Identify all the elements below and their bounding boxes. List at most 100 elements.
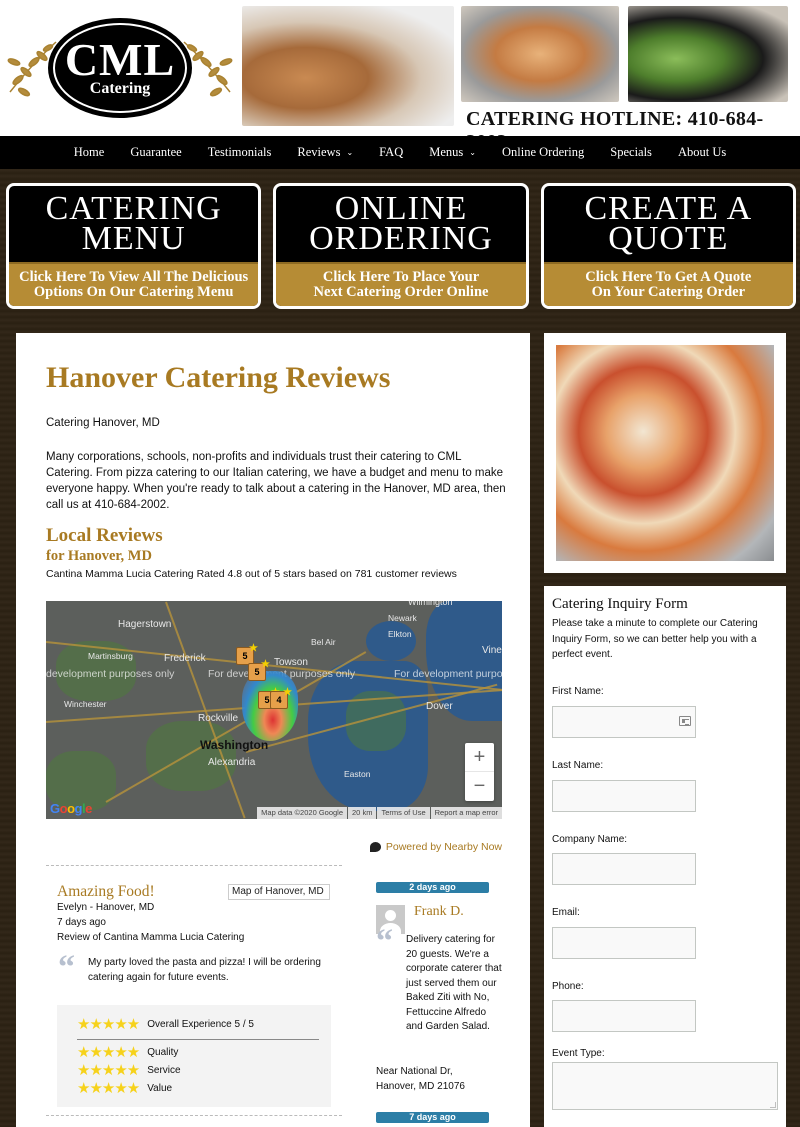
local-reviews-subheading: for Hanover, MD	[46, 548, 152, 564]
report-map-error-link[interactable]: Report a map error	[430, 807, 502, 819]
first-name-input[interactable]	[552, 706, 696, 738]
olive-branch-icon	[183, 41, 233, 97]
inquiry-form: Catering Inquiry Form Please take a minu…	[544, 586, 786, 1127]
map-label: Vinel	[482, 645, 502, 656]
main-nav: Home Guarantee Testimonials Reviews ⌄ FAQ…	[0, 136, 800, 169]
nav-about-us[interactable]: About Us	[665, 145, 739, 160]
contact-card-icon[interactable]	[679, 716, 691, 726]
map-zoom-control: + −	[465, 743, 494, 801]
google-logo[interactable]: Google	[50, 801, 92, 816]
rating-row: ★★★★★ Quality	[77, 1045, 178, 1060]
review-pin[interactable]: 5	[248, 659, 270, 681]
map-label: Easton	[344, 769, 371, 779]
cta-sub-line: Click Here To Get A Quote	[585, 269, 752, 285]
company-name-input[interactable]	[552, 853, 696, 885]
cta-title-line: MENU	[81, 220, 186, 257]
event-type-label: Event Type:	[552, 1048, 605, 1059]
online-ordering-button[interactable]: ONLINE ORDERING Click Here To Place Your…	[273, 183, 529, 309]
last-name-input[interactable]	[552, 780, 696, 812]
nav-faq[interactable]: FAQ	[366, 145, 416, 160]
rating-summary: Cantina Mamma Lucia Catering Rated 4.8 o…	[46, 568, 457, 580]
map-label: Newark	[388, 613, 417, 623]
main-content: Hanover Catering Reviews Catering Hanove…	[16, 333, 530, 1127]
chevron-down-icon: ⌄	[469, 148, 476, 157]
star-rating-icon: ★★★★★	[77, 1044, 140, 1061]
quote-icon: “	[58, 949, 75, 986]
terms-of-use-link[interactable]: Terms of Use	[377, 807, 430, 819]
cml-logo[interactable]: CML Catering	[4, 14, 236, 126]
nav-reviews[interactable]: Reviews ⌄	[284, 145, 366, 160]
rating-row: ★★★★★ Value	[77, 1081, 172, 1096]
powered-by-link[interactable]: Powered by Nearby Now	[369, 841, 502, 853]
star-rating-icon: ★★★★★	[77, 1016, 140, 1033]
powered-by-text: Powered by Nearby Now	[385, 841, 502, 853]
review-author: Evelyn - Hanover, MD	[57, 902, 155, 913]
map-label: Rockville	[198, 713, 239, 724]
cta-title: CREATE A QUOTE	[544, 186, 793, 262]
review-text: My party loved the pasta and pizza! I wi…	[88, 957, 321, 983]
star-rating-icon: ★★★★★	[77, 1062, 140, 1079]
review-pin[interactable]: 4	[270, 687, 292, 709]
map-water	[366, 621, 416, 661]
nav-testimonials[interactable]: Testimonials	[195, 145, 285, 160]
nav-guarantee[interactable]: Guarantee	[117, 145, 194, 160]
cta-sub-line: Click Here To View All The Delicious	[19, 269, 249, 285]
logo-oval: CML Catering	[48, 18, 192, 118]
resize-handle[interactable]	[770, 1102, 776, 1108]
map-label: Bel Air	[311, 637, 336, 647]
map-footer: Map data ©2020 Google 20 km Terms of Use…	[257, 807, 502, 819]
reviews-map[interactable]: Hagerstown Martinsburg Frederick Towson …	[46, 601, 502, 819]
zoom-out-button[interactable]: −	[465, 772, 494, 801]
cta-subtitle: Click Here To View All The Delicious Opt…	[9, 262, 259, 306]
map-label: Hagerstown	[118, 619, 172, 630]
logo-subtext: Catering	[89, 80, 151, 97]
first-name-label: First Name:	[552, 686, 604, 697]
nav-label: FAQ	[379, 145, 404, 159]
phone-label: Phone:	[552, 981, 584, 992]
nav-online-ordering[interactable]: Online Ordering	[489, 145, 597, 160]
nav-specials[interactable]: Specials	[597, 145, 665, 160]
sandwich-platter-photo	[242, 6, 454, 126]
nav-label: About Us	[677, 145, 727, 159]
baked-ziti-photo	[556, 345, 774, 561]
ratings-box: ★★★★★ Overall Experience 5 / 5 ★★★★★ Qua…	[57, 1005, 331, 1107]
local-reviews-heading: Local Reviews	[46, 525, 163, 546]
cta-sub-line: Next Catering Order Online	[313, 284, 489, 300]
nearby-now-icon	[369, 842, 381, 852]
baked-ziti-photo-frame	[544, 333, 786, 573]
salad-bowls-photo	[628, 6, 788, 102]
map-watermark: development purposes only	[46, 668, 175, 680]
rating-label: Quality	[147, 1047, 179, 1058]
phone-input[interactable]	[552, 1000, 696, 1032]
nav-label: Specials	[610, 145, 652, 159]
page-title: Hanover Catering Reviews	[46, 361, 391, 394]
divider	[46, 1115, 342, 1116]
nav-home[interactable]: Home	[61, 145, 118, 160]
divider	[77, 1039, 319, 1040]
map-label: Wilmington	[408, 601, 453, 607]
email-label: Email:	[552, 907, 580, 918]
star-rating-icon: ★★★★★	[77, 1080, 140, 1097]
email-input[interactable]	[552, 927, 696, 959]
event-type-textarea[interactable]	[552, 1062, 778, 1110]
form-title: Catering Inquiry Form	[552, 596, 688, 612]
create-quote-button[interactable]: CREATE A QUOTE Click Here To Get A Quote…	[540, 183, 796, 309]
map-label: Alexandria	[208, 757, 256, 768]
time-badge: 7 days ago	[376, 1112, 489, 1123]
nav-label: Menus	[429, 145, 464, 159]
rating-label: Service	[147, 1065, 181, 1076]
map-label: Martinsburg	[88, 651, 133, 661]
company-name-label: Company Name:	[552, 834, 628, 845]
review-subject: Review of Cantina Mamma Lucia Catering	[57, 932, 245, 943]
catering-menu-button[interactable]: CATERING MENU Click Here To View All The…	[6, 183, 262, 309]
cta-title-line: QUOTE	[608, 220, 729, 257]
map-watermark: For development purposes only	[394, 668, 502, 680]
zoom-in-button[interactable]: +	[465, 743, 494, 772]
map-label: Dover	[426, 701, 453, 712]
cta-title-line: ORDERING	[309, 220, 493, 257]
map-scale[interactable]: 20 km	[348, 807, 377, 819]
nav-menus[interactable]: Menus ⌄	[416, 145, 489, 160]
form-description: Please take a minute to complete our Cat…	[552, 618, 758, 660]
divider	[46, 865, 342, 866]
cta-title: CATERING MENU	[9, 186, 258, 262]
